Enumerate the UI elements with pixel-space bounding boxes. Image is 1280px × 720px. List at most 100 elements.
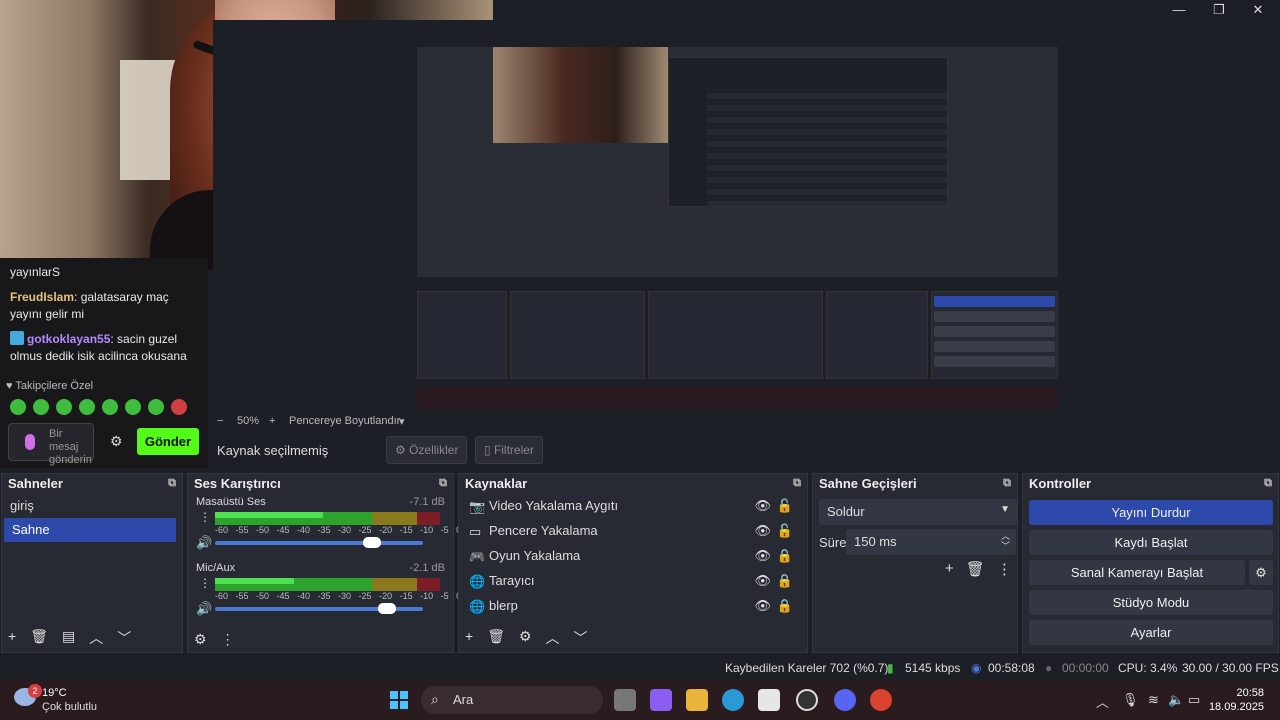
emote-icon[interactable] [102,399,118,415]
eye-icon[interactable]: 👁 [754,523,771,539]
chevron-down-icon: ▼ [1000,504,1010,515]
eye-icon[interactable]: 👁 [754,498,771,514]
globe-icon: 🌐 [469,574,486,589]
store-icon[interactable] [758,689,780,711]
chat-message: FreudIslam: galatasaray maç yayını gelir… [10,290,169,321]
copilot-icon[interactable] [650,689,672,711]
start-button[interactable] [390,691,408,709]
kebab-menu-icon[interactable]: ⋮ [997,560,1012,578]
filter-icon[interactable]: ▤ [62,628,75,648]
stop-stream-button[interactable]: Yayını Durdur [1029,500,1273,525]
gear-icon[interactable]: ⚙ [519,628,532,648]
chevron-up-icon[interactable]: ︿ [1096,692,1109,711]
emote-icon[interactable] [171,399,187,415]
task-view-icon[interactable] [614,689,636,711]
fit-window-dropdown[interactable]: Pencereye Boyutlandır [289,415,400,427]
speaker-icon[interactable]: 🔊 [196,601,212,617]
emote-icon[interactable] [33,399,49,415]
taskbar-search[interactable]: ⌕ Ara [421,686,603,714]
source-item[interactable]: 🌐 blerp 👁 🔒 [459,594,807,619]
chrome-icon[interactable] [870,689,892,711]
source-item[interactable]: 🎮 Oyun Yakalama 👁 🔒 [459,544,807,569]
camera-icon: 📷 [469,499,486,514]
minimize-button[interactable]: — [1168,2,1190,18]
edge-icon[interactable] [722,689,744,711]
obs-icon[interactable] [796,689,818,711]
chevron-up-icon[interactable]: ︿ [89,628,103,648]
start-virtual-camera-button[interactable]: Sanal Kamerayı Başlat [1029,560,1245,585]
chat-settings-icon[interactable]: ⚙ [110,433,123,450]
emote-icon[interactable] [10,399,26,415]
zoom-out-button[interactable]: − [217,415,223,427]
lock-icon[interactable]: 🔓 [777,498,793,514]
volume-slider[interactable] [215,603,423,614]
zoom-in-button[interactable]: + [269,415,275,427]
discord-icon[interactable] [834,689,856,711]
add-icon[interactable]: + [945,560,954,578]
start-recording-button[interactable]: Kaydı Başlat [1029,530,1273,555]
kebab-menu-icon[interactable]: ⋮ [221,631,235,648]
source-item[interactable]: 📷 Video Yakalama Aygıtı 👁 🔓 [459,494,807,519]
microphone-icon[interactable] [25,434,35,450]
eye-icon[interactable]: 👁 [754,598,771,614]
add-icon[interactable]: + [8,628,16,648]
window-icon: ▭ [469,524,482,539]
eye-icon[interactable]: 👁 [754,573,771,589]
studio-mode-button[interactable]: Stüdyo Modu [1029,590,1273,615]
maximize-button[interactable]: ❐ [1208,2,1230,18]
kebab-menu-icon[interactable]: ⋮ [199,510,211,524]
popout-icon[interactable]: ⧉ [793,477,801,490]
advanced-audio-icon[interactable]: ⚙ [194,631,207,648]
clock[interactable]: 20:58 18.09.2025 [1209,686,1264,714]
filters-button[interactable]: ▯ Filtreler [475,436,543,464]
gear-icon[interactable]: ⚙ [1249,560,1273,585]
trash-icon[interactable]: 🗑 [966,560,985,578]
emote-icon[interactable] [79,399,95,415]
scene-item[interactable]: Sahne [4,518,176,542]
lock-icon[interactable]: 🔓 [777,523,793,539]
chat-username[interactable]: gotkoklayan55 [27,332,110,346]
chat-username[interactable]: FreudIslam [10,290,74,304]
properties-button[interactable]: ⚙ Özellikler [386,436,468,464]
chevron-down-icon[interactable]: ﹀ [574,628,588,648]
wifi-icon[interactable]: ≋ [1148,692,1159,708]
chat-input[interactable]: Bir mesaj gönderin [8,423,94,466]
battery-icon[interactable]: ▭ [1188,692,1200,708]
volume-icon[interactable]: 🔈 [1168,692,1184,708]
transition-select[interactable]: Soldur ▼ [819,499,1017,525]
kebab-menu-icon[interactable]: ⋮ [199,576,211,590]
duration-label: Süre [819,535,847,550]
trash-icon[interactable]: 🗑 [487,628,505,648]
speaker-icon[interactable]: 🔊 [196,535,212,551]
file-explorer-icon[interactable] [686,689,708,711]
spinner-icon[interactable]: ︿ ﹀ [1001,531,1010,551]
popout-icon[interactable]: ⧉ [168,477,176,490]
add-icon[interactable]: + [465,628,473,648]
emote-icon[interactable] [125,399,141,415]
chevron-down-icon[interactable]: ﹀ [117,628,131,648]
duration-input[interactable]: 150 ms ︿ ﹀ [846,529,1016,555]
source-item[interactable]: ▭ Pencere Yakalama 👁 🔓 [459,519,807,544]
popout-icon[interactable]: ⧉ [1003,477,1011,490]
lock-icon[interactable]: 🔒 [777,548,793,564]
popout-icon[interactable]: ⧉ [439,477,447,490]
chevron-up-icon[interactable]: ︿ [546,628,560,648]
weather-temp: 19°C [42,687,67,699]
scene-item[interactable]: giriş [2,494,182,518]
preview-canvas[interactable] [417,47,1058,409]
close-button[interactable]: ✕ [1247,2,1269,18]
popout-icon[interactable]: ⧉ [1264,477,1272,490]
source-item[interactable]: 🌐 Tarayıcı 👁 🔒 [459,569,807,594]
chevron-down-icon[interactable]: ▾ [399,415,405,428]
emote-icon[interactable] [148,399,164,415]
volume-slider[interactable] [215,537,423,548]
lock-icon[interactable]: 🔒 [777,598,793,614]
send-button[interactable]: Gönder [137,428,199,455]
settings-button[interactable]: Ayarlar [1029,620,1273,645]
weather-desc: Çok bulutlu [42,701,98,713]
microphone-icon[interactable]: 🎙 [1122,692,1139,708]
emote-icon[interactable] [56,399,72,415]
eye-icon[interactable]: 👁 [754,548,771,564]
trash-icon[interactable]: 🗑 [30,628,48,648]
lock-icon[interactable]: 🔒 [777,573,793,589]
